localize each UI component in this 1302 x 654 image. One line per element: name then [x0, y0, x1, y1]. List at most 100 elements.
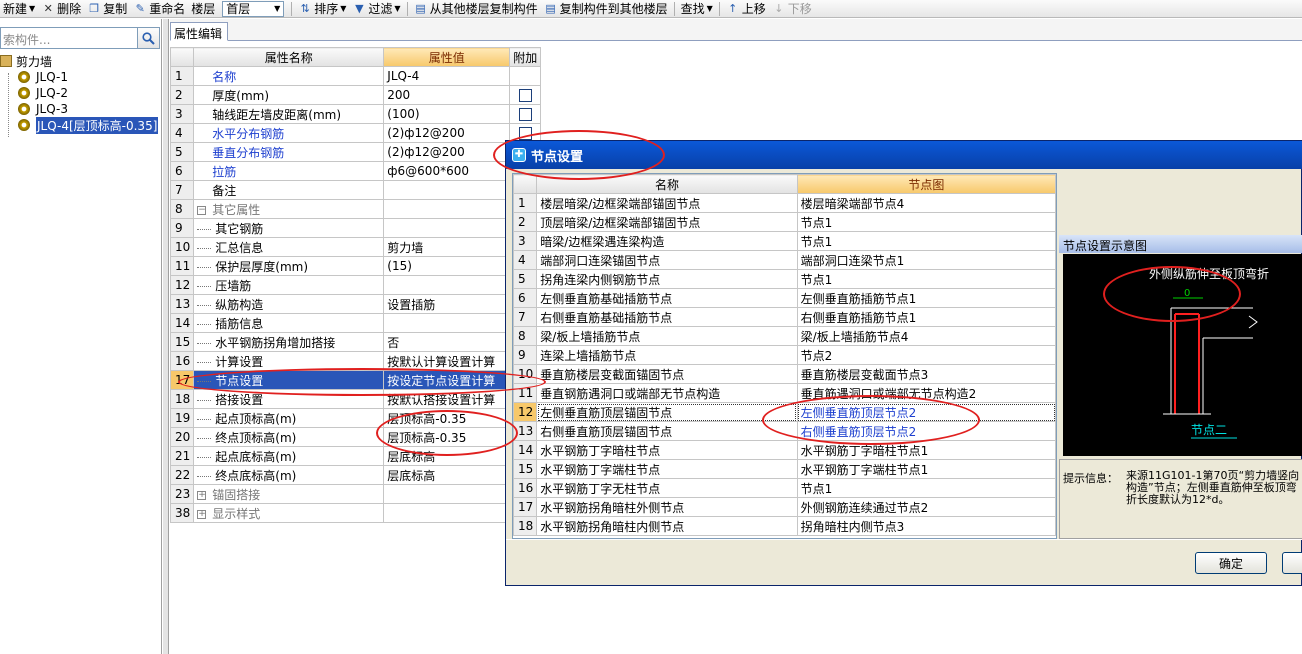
node-row[interactable]: 2 顶层暗梁/边框梁端部锚固节点 节点1: [513, 212, 1056, 232]
node-row[interactable]: 12 左侧垂直筋顶层锚固节点 左侧垂直筋顶层节点2: [513, 402, 1056, 422]
rename-button[interactable]: ✎ 重命名: [130, 0, 188, 17]
property-value[interactable]: [383, 199, 511, 219]
node-diagram-value[interactable]: 左侧垂直筋插筋节点1: [796, 288, 1056, 308]
node-row[interactable]: 5 拐角连梁内侧钢筋节点 节点1: [513, 269, 1056, 289]
property-value[interactable]: [383, 503, 511, 523]
property-row[interactable]: 15 水平钢筋拐角增加搭接 否: [169, 332, 542, 352]
property-value[interactable]: [383, 218, 511, 238]
node-diagram-value[interactable]: 梁/板上墙插筋节点4: [796, 326, 1056, 346]
node-row[interactable]: 9 连梁上墙插筋节点 节点2: [513, 345, 1056, 365]
property-row[interactable]: 23 + 锚固搭接: [169, 484, 542, 504]
node-diagram-value[interactable]: 节点2: [796, 345, 1056, 365]
node-diagram-value[interactable]: 节点1: [796, 231, 1056, 251]
copy-button[interactable]: ❐ 复制: [84, 0, 130, 17]
node-diagram-value[interactable]: 拐角暗柱内侧节点3: [796, 516, 1056, 536]
property-row[interactable]: 12 压墙筋: [169, 275, 542, 295]
property-row[interactable]: 2 厚度(mm) 200: [169, 85, 542, 105]
floor-select[interactable]: 首层 ▼: [222, 0, 285, 17]
property-row[interactable]: 16 计算设置 按默认计算设置计算: [169, 351, 542, 371]
property-value[interactable]: 层顶标高-0.35: [383, 427, 511, 447]
node-diagram-value[interactable]: 水平钢筋丁字端柱节点1: [796, 459, 1056, 479]
property-row[interactable]: 19 起点顶标高(m) 层顶标高-0.35: [169, 408, 542, 428]
find-button[interactable]: 查找 ▼: [678, 0, 716, 17]
search-button[interactable]: [138, 27, 160, 49]
attach-checkbox[interactable]: [518, 108, 532, 121]
property-value[interactable]: ф6@600*600: [383, 161, 511, 181]
node-row[interactable]: 16 水平钢筋丁字无柱节点 节点1: [513, 478, 1056, 498]
node-row[interactable]: 13 右侧垂直筋顶层锚固节点 右侧垂直筋顶层节点2: [513, 421, 1056, 441]
tree-root-shear-wall[interactable]: 剪力墙: [0, 53, 162, 69]
sort-button[interactable]: ⇅ 排序 ▼: [295, 0, 349, 17]
node-diagram-value[interactable]: 右侧垂直筋顶层节点2: [796, 421, 1056, 441]
node-row[interactable]: 6 左侧垂直筋基础插筋节点 左侧垂直筋插筋节点1: [513, 288, 1056, 308]
property-value[interactable]: 剪力墙: [383, 237, 511, 257]
property-value[interactable]: 层顶标高-0.35: [383, 408, 511, 428]
property-value[interactable]: (100): [383, 104, 511, 124]
property-row[interactable]: 7 备注: [169, 180, 542, 200]
property-row[interactable]: 3 轴线距左墙皮距离(mm) (100): [169, 104, 542, 124]
property-row[interactable]: 9 其它钢筋: [169, 218, 542, 238]
property-value[interactable]: [383, 484, 511, 504]
property-value[interactable]: 按设定节点设置计算: [383, 370, 511, 390]
property-value[interactable]: [383, 313, 511, 333]
node-row[interactable]: 11 垂直钢筋遇洞口或端部无节点构造 垂直筋遇洞口或端部无节点构造2: [513, 383, 1056, 403]
tree-item-jlq-2[interactable]: JLQ-2: [0, 85, 162, 101]
node-diagram-value[interactable]: 楼层暗梁端部节点4: [796, 193, 1056, 213]
filter-button[interactable]: ▼ 过滤 ▼: [349, 0, 403, 17]
node-diagram-value[interactable]: 端部洞口连梁节点1: [796, 250, 1056, 270]
node-diagram-value[interactable]: 节点1: [796, 478, 1056, 498]
attach-checkbox[interactable]: [518, 127, 532, 140]
search-input[interactable]: 索构件...: [0, 27, 138, 49]
node-row[interactable]: 4 端部洞口连梁锚固节点 端部洞口连梁节点1: [513, 250, 1056, 270]
node-row[interactable]: 17 水平钢筋拐角暗柱外侧节点 外侧钢筋连续通过节点2: [513, 497, 1056, 517]
property-row[interactable]: 10 汇总信息 剪力墙: [169, 237, 542, 257]
property-value[interactable]: 按默认搭接设置计算: [383, 389, 511, 409]
property-value[interactable]: 层底标高: [383, 446, 511, 466]
node-diagram-value[interactable]: 节点1: [796, 269, 1056, 289]
node-diagram-value[interactable]: 节点1: [796, 212, 1056, 232]
copy-from-other-floor-button[interactable]: ▤ 从其他楼层复制构件: [411, 0, 541, 17]
node-diagram-value[interactable]: 垂直筋遇洞口或端部无节点构造2: [796, 383, 1056, 403]
move-down-button[interactable]: ↓ 下移: [769, 0, 815, 17]
node-diagram-value[interactable]: 水平钢筋丁字暗柱节点1: [796, 440, 1056, 460]
property-row[interactable]: 14 插筋信息: [169, 313, 542, 333]
property-row[interactable]: 13 纵筋构造 设置插筋: [169, 294, 542, 314]
property-value[interactable]: 层底标高: [383, 465, 511, 485]
node-table-container[interactable]: 名称 节点图 1 楼层暗梁/边框梁端部锚固节点 楼层暗梁端部节点4 2 顶层暗梁/边框梁…: [512, 173, 1057, 539]
property-row[interactable]: 17 节点设置 按设定节点设置计算: [169, 370, 542, 390]
property-value[interactable]: 否: [383, 332, 511, 352]
dialog-title-bar[interactable]: ✚ 节点设置: [506, 141, 1302, 169]
property-value[interactable]: [383, 180, 511, 200]
new-button[interactable]: 新建 ▼: [0, 0, 38, 17]
node-row[interactable]: 3 暗梁/边框梁遇连梁构造 节点1: [513, 231, 1056, 251]
property-row[interactable]: 18 搭接设置 按默认搭接设置计算: [169, 389, 542, 409]
node-row[interactable]: 18 水平钢筋拐角暗柱内侧节点 拐角暗柱内侧节点3: [513, 516, 1056, 536]
collapse-icon[interactable]: −: [197, 205, 207, 215]
node-row[interactable]: 10 垂直筋楼层变截面锚固节点 垂直筋楼层变截面节点3: [513, 364, 1056, 384]
property-row[interactable]: 21 起点底标高(m) 层底标高: [169, 446, 542, 466]
property-value[interactable]: [383, 275, 511, 295]
property-value[interactable]: (2)ф12@200: [383, 142, 511, 162]
attach-checkbox[interactable]: [518, 89, 532, 102]
expand-icon[interactable]: +: [197, 509, 207, 519]
property-row[interactable]: 4 水平分布钢筋 (2)ф12@200: [169, 123, 542, 143]
property-value[interactable]: (15): [383, 256, 511, 276]
property-row[interactable]: 22 终点底标高(m) 层底标高: [169, 465, 542, 485]
property-value[interactable]: 设置插筋: [383, 294, 511, 314]
property-row[interactable]: 6 拉筋 ф6@600*600: [169, 161, 542, 181]
property-row[interactable]: 8− 其它属性: [169, 199, 542, 219]
tree-item-jlq-4[interactable]: JLQ-4[层顶标高-0.35]: [0, 116, 162, 134]
property-value[interactable]: (2)ф12@200: [383, 123, 511, 143]
node-row[interactable]: 15 水平钢筋丁字端柱节点 水平钢筋丁字端柱节点1: [513, 459, 1056, 479]
property-row[interactable]: 1 名称 JLQ-4: [169, 66, 542, 86]
property-row[interactable]: 20 终点顶标高(m) 层顶标高-0.35: [169, 427, 542, 447]
node-row[interactable]: 1 楼层暗梁/边框梁端部锚固节点 楼层暗梁端部节点4: [513, 193, 1056, 213]
tree-item-jlq-1[interactable]: JLQ-1: [0, 69, 162, 85]
property-row[interactable]: 11 保护层厚度(mm) (15): [169, 256, 542, 276]
node-diagram-value[interactable]: 外侧钢筋连续通过节点2: [796, 497, 1056, 517]
node-row[interactable]: 7 右侧垂直筋基础插筋节点 右侧垂直筋插筋节点1: [513, 307, 1056, 327]
property-row[interactable]: 5 垂直分布钢筋 (2)ф12@200: [169, 142, 542, 162]
expand-icon[interactable]: +: [197, 490, 207, 500]
pane-splitter[interactable]: [163, 19, 169, 654]
property-value[interactable]: 200: [383, 85, 511, 105]
